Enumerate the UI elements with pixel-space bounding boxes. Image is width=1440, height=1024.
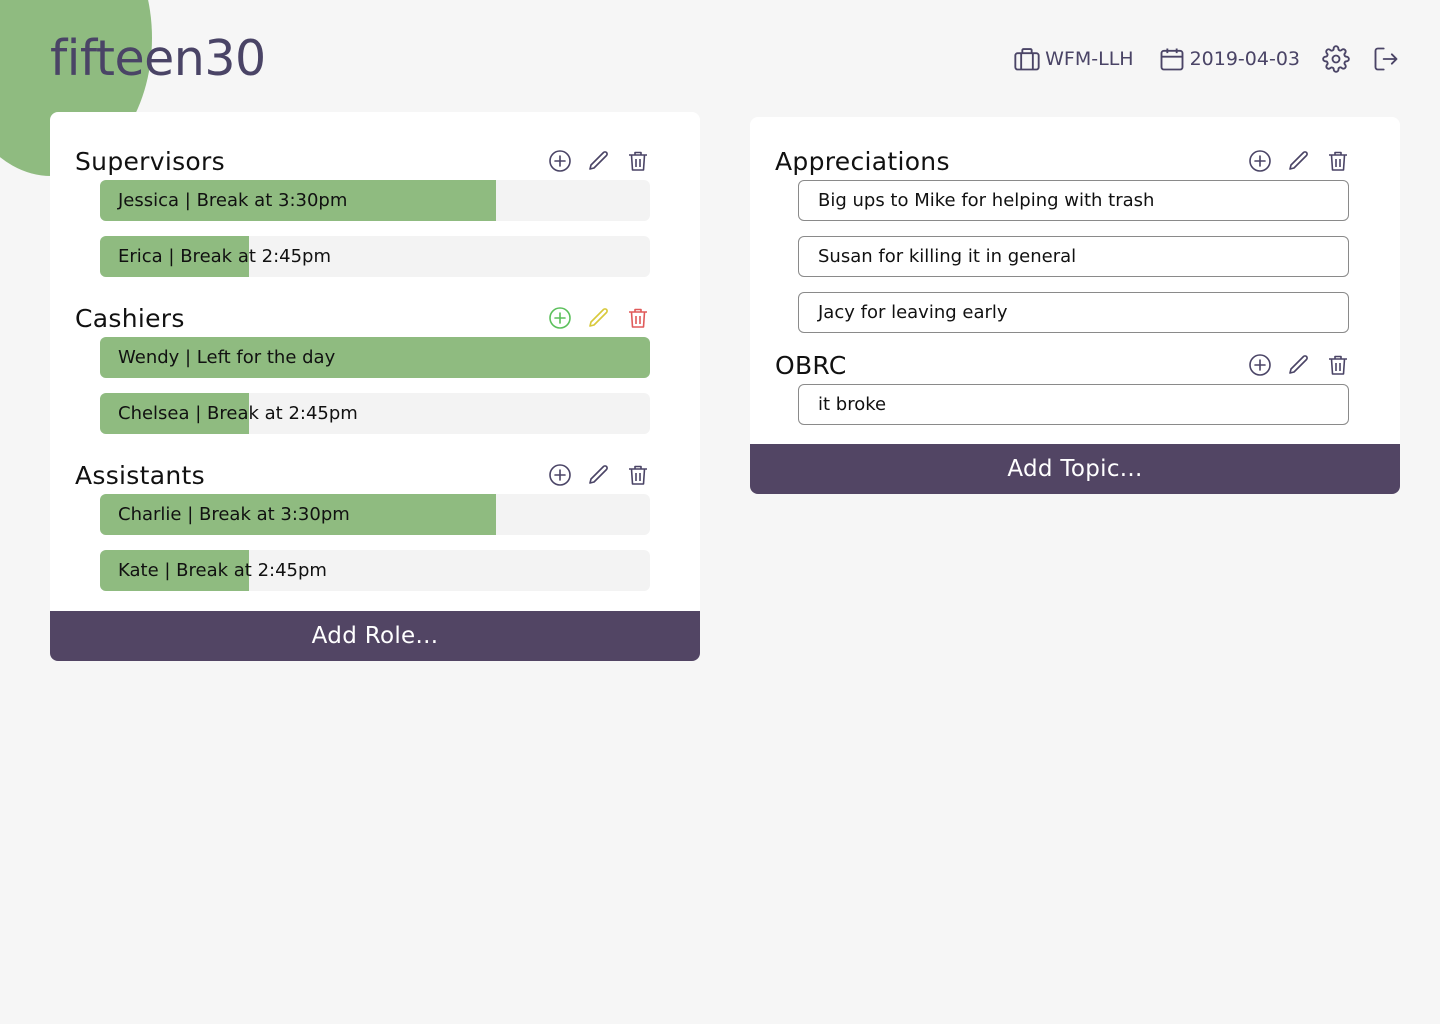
pencil-icon bbox=[589, 308, 608, 327]
settings-button[interactable] bbox=[1322, 45, 1350, 73]
store-label: WFM-LLH bbox=[1045, 48, 1134, 70]
plus-circle-icon bbox=[549, 150, 571, 172]
member-label: Jessica | Break at 3:30pm bbox=[118, 190, 348, 211]
role-title: Supervisors bbox=[75, 146, 225, 176]
member-bar[interactable]: Wendy | Left for the day bbox=[100, 337, 650, 378]
edit-role-button[interactable] bbox=[587, 463, 611, 487]
member-label: Chelsea | Break at 2:45pm bbox=[118, 403, 358, 424]
date-selector[interactable]: 2019-04-03 bbox=[1158, 45, 1300, 73]
trash-icon bbox=[1329, 355, 1347, 375]
topic-header-appreciations: Appreciations bbox=[775, 145, 1350, 177]
edit-topic-button[interactable] bbox=[1287, 149, 1311, 173]
calendar-icon bbox=[1160, 48, 1184, 71]
add-topic-button[interactable]: Add Topic... bbox=[750, 444, 1400, 494]
app-logo: fifteen30 bbox=[50, 30, 266, 87]
add-member-button[interactable] bbox=[548, 463, 572, 487]
topic-item[interactable]: Susan for killing it in general bbox=[798, 236, 1349, 277]
add-item-button[interactable] bbox=[1248, 353, 1272, 377]
role-header-assistants: Assistants bbox=[75, 459, 650, 491]
topic-item[interactable]: it broke bbox=[798, 384, 1349, 425]
delete-role-button[interactable] bbox=[626, 463, 650, 487]
role-title: Cashiers bbox=[75, 303, 185, 333]
delete-topic-button[interactable] bbox=[1326, 353, 1350, 377]
topic-title: Appreciations bbox=[775, 146, 950, 176]
logout-button[interactable] bbox=[1372, 45, 1400, 73]
pencil-icon bbox=[1289, 151, 1308, 170]
delete-topic-button[interactable] bbox=[1326, 149, 1350, 173]
trash-icon bbox=[629, 151, 647, 171]
plus-circle-icon bbox=[549, 307, 571, 329]
member-bar[interactable]: Charlie | Break at 3:30pm bbox=[100, 494, 650, 535]
delete-role-button[interactable] bbox=[626, 306, 650, 330]
store-selector[interactable]: WFM-LLH bbox=[1013, 45, 1134, 73]
role-title: Assistants bbox=[75, 460, 205, 490]
pencil-icon bbox=[589, 151, 608, 170]
role-header-supervisors: Supervisors bbox=[75, 145, 650, 177]
edit-role-button[interactable] bbox=[587, 306, 611, 330]
add-member-button[interactable] bbox=[548, 306, 572, 330]
pencil-icon bbox=[589, 465, 608, 484]
add-role-button[interactable]: Add Role... bbox=[50, 611, 700, 661]
plus-circle-icon bbox=[1249, 150, 1271, 172]
add-item-button[interactable] bbox=[1248, 149, 1272, 173]
trash-icon bbox=[629, 465, 647, 485]
edit-topic-button[interactable] bbox=[1287, 353, 1311, 377]
member-label: Kate | Break at 2:45pm bbox=[118, 560, 327, 581]
edit-role-button[interactable] bbox=[587, 149, 611, 173]
member-bar[interactable]: Chelsea | Break at 2:45pm bbox=[100, 393, 650, 434]
topic-item[interactable]: Jacy for leaving early bbox=[798, 292, 1349, 333]
gear-icon bbox=[1322, 45, 1350, 73]
member-bar[interactable]: Erica | Break at 2:45pm bbox=[100, 236, 650, 277]
member-bar[interactable]: Kate | Break at 2:45pm bbox=[100, 550, 650, 591]
plus-circle-icon bbox=[549, 464, 571, 486]
topics-card: Appreciations Big ups to Mike for helpin… bbox=[750, 117, 1400, 494]
member-label: Wendy | Left for the day bbox=[118, 347, 336, 368]
trash-icon bbox=[629, 308, 647, 328]
topic-header-obrc: OBRC bbox=[775, 349, 1350, 381]
topic-item[interactable]: Big ups to Mike for helping with trash bbox=[798, 180, 1349, 221]
logout-icon bbox=[1374, 47, 1398, 71]
pencil-icon bbox=[1289, 355, 1308, 374]
roles-card: Supervisors Jessica | Break at 3:30pm Er… bbox=[50, 112, 700, 661]
role-header-cashiers: Cashiers bbox=[75, 302, 650, 334]
briefcase-icon bbox=[1014, 48, 1040, 71]
top-bar: WFM-LLH 2019-04-03 bbox=[989, 44, 1400, 74]
date-label: 2019-04-03 bbox=[1189, 48, 1300, 70]
member-label: Erica | Break at 2:45pm bbox=[118, 246, 332, 267]
delete-role-button[interactable] bbox=[626, 149, 650, 173]
topic-title: OBRC bbox=[775, 350, 847, 380]
member-bar[interactable]: Jessica | Break at 3:30pm bbox=[100, 180, 650, 221]
add-member-button[interactable] bbox=[548, 149, 572, 173]
plus-circle-icon bbox=[1249, 354, 1271, 376]
member-label: Charlie | Break at 3:30pm bbox=[118, 504, 350, 525]
trash-icon bbox=[1329, 151, 1347, 171]
